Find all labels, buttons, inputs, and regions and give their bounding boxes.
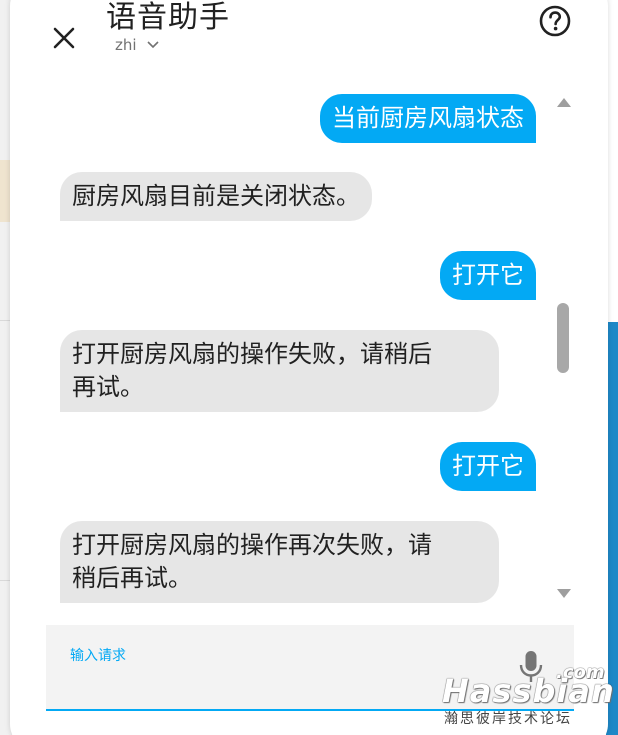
help-button[interactable] [538,4,572,38]
scroll-down-arrow-icon[interactable] [557,589,571,598]
language-selector[interactable]: zhi [115,36,159,54]
request-input-label: 输入请求 [70,648,126,664]
message-line: 再试。 [72,373,144,401]
scroll-up-arrow-icon[interactable] [557,98,571,107]
message-line: 稍后再试。 [72,564,192,592]
watermark-logo: .com Hassbian 瀚思彼岸技术论坛 [440,662,614,732]
message-line: 打开厨房风扇的操作失败，请稍后 [72,340,432,368]
scrollbar-thumb[interactable] [557,303,569,373]
close-icon [53,27,75,49]
assistant-message: 打开厨房风扇的操作失败，请稍后 再试。 [60,330,499,412]
watermark-brand: Hassbian [442,672,615,710]
dialog-header: 语音助手 zhi [10,0,608,90]
conversation-scrollbar[interactable] [552,98,574,608]
watermark-subtitle: 瀚思彼岸技术论坛 [444,711,572,727]
user-message: 打开它 [440,442,536,491]
dialog-title: 语音助手 [106,0,230,35]
user-message: 当前厨房风扇状态 [320,94,536,143]
assistant-message: 打开厨房风扇的操作再次失败，请 稍后再试。 [60,521,499,603]
user-message: 打开它 [440,251,536,300]
language-label: zhi [115,36,137,54]
close-button[interactable] [48,22,80,54]
chevron-down-icon [146,41,159,49]
message-line: 打开厨房风扇的操作再次失败，请 [72,531,432,559]
conversation-list: 当前厨房风扇状态 厨房风扇目前是关闭状态。 打开它 打开厨房风扇的操作失败，请稍… [10,90,608,610]
screen: 语音助手 zhi 当前厨房风扇状态 厨房风扇目前是关闭状态。 打开它 打开厨房风… [0,0,618,735]
assistant-message: 厨房风扇目前是关闭状态。 [60,172,372,221]
voice-assistant-dialog: 语音助手 zhi 当前厨房风扇状态 厨房风扇目前是关闭状态。 打开它 打开厨房风… [10,0,608,735]
